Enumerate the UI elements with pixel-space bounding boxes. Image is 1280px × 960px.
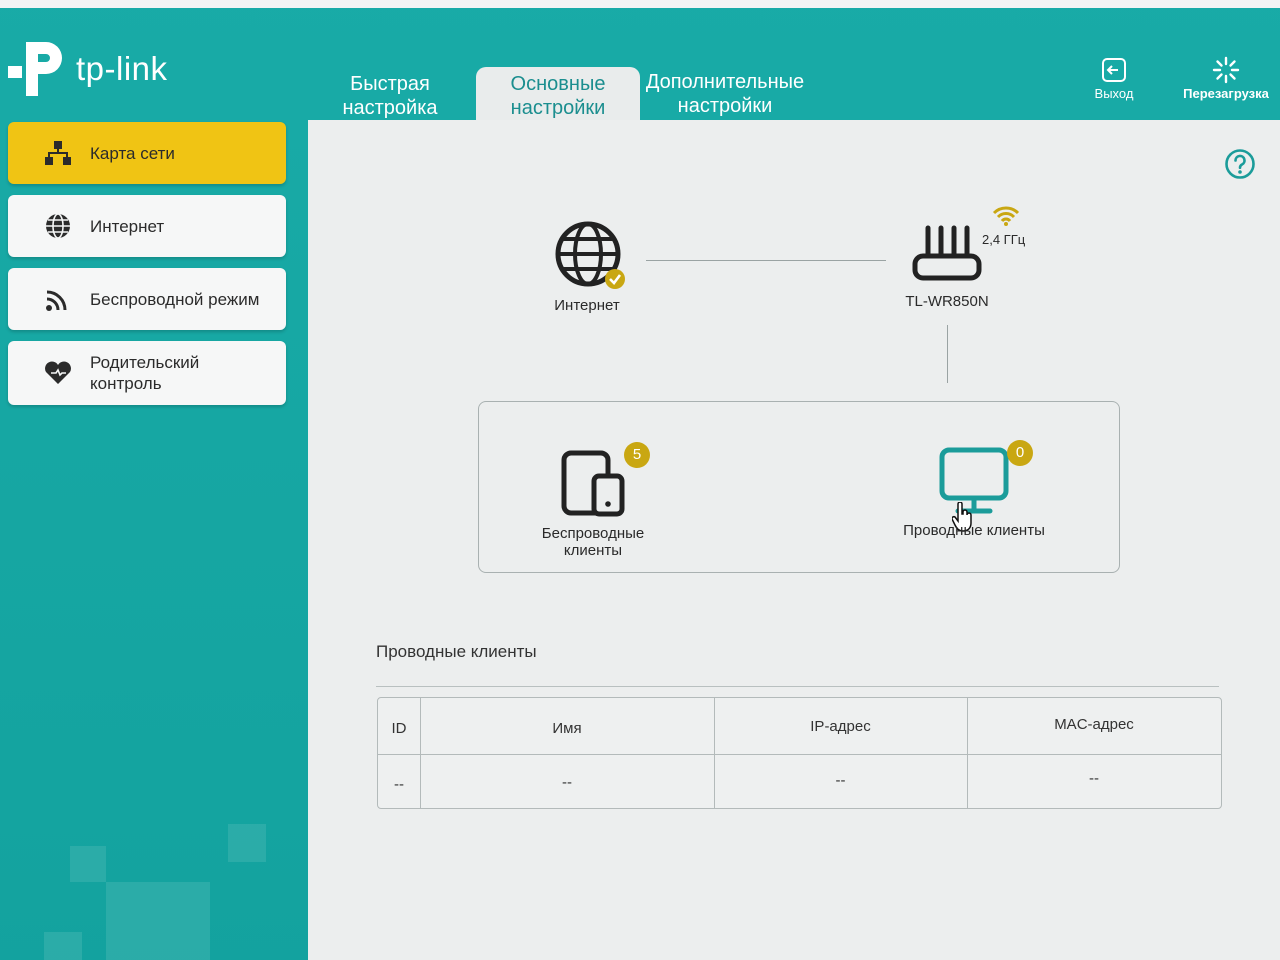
table-section-title: Проводные клиенты <box>376 642 537 661</box>
tab-label: настройка <box>342 97 438 119</box>
column-header-id: ID <box>391 720 407 737</box>
table-divider <box>420 698 421 808</box>
decoration <box>44 932 82 960</box>
top-strip <box>0 0 1280 8</box>
router-node[interactable] <box>908 222 988 284</box>
sidebar-item-label: Беспроводной режим <box>90 289 260 309</box>
connection-line <box>646 260 886 261</box>
wireless-clients-count-badge: 5 <box>624 442 650 468</box>
wired-clients-table: ID Имя IP-адрес MAC-адрес -- -- -- -- <box>377 697 1222 809</box>
column-header-name: Имя <box>552 720 582 737</box>
sidebar-item-label: Родительский контроль <box>90 352 199 394</box>
devices-icon <box>561 450 625 517</box>
wired-clients-count-badge: 0 <box>1007 440 1033 466</box>
wifi-icon <box>992 206 1020 226</box>
tp-link-logo[interactable]: tp-link <box>6 36 186 102</box>
tab-label: Основные <box>510 73 606 95</box>
reboot-icon <box>1212 56 1240 84</box>
wired-clients-label: Проводные клиенты <box>903 522 1045 539</box>
wireless-icon <box>40 281 76 317</box>
logo-text: tp-link <box>76 50 168 87</box>
router-model-label: TL-WR850N <box>905 293 989 310</box>
decoration <box>70 846 106 882</box>
cell-name: -- <box>562 774 572 791</box>
internet-node[interactable] <box>552 220 632 294</box>
tab-label: Быстрая <box>350 73 430 95</box>
label-line: контроль <box>90 374 162 393</box>
decoration <box>228 824 266 862</box>
logout-label: Выход <box>1094 86 1134 101</box>
globe-icon <box>555 221 625 289</box>
table-divider <box>714 698 715 808</box>
monitor-icon <box>939 447 1009 514</box>
tab-label: Дополнительные <box>645 71 805 93</box>
table-divider <box>967 698 968 808</box>
label-line: Беспроводные <box>541 525 645 542</box>
sidebar-item-parental-control[interactable]: Родительский контроль <box>8 341 286 405</box>
connection-line <box>947 325 948 383</box>
tp-link-logo-icon <box>8 42 62 96</box>
sidebar-item-internet[interactable]: Интернет <box>8 195 286 257</box>
wireless-clients-node[interactable] <box>560 450 632 518</box>
globe-icon <box>40 208 76 244</box>
label-line: Родительский <box>90 353 200 372</box>
wired-clients-node[interactable] <box>938 446 1014 516</box>
tab-advanced-settings[interactable]: Дополнительные настройки <box>640 70 810 126</box>
column-header-mac: MAC-адрес <box>1054 716 1134 733</box>
sidebar-item-label: Карта сети <box>90 143 175 163</box>
tab-basic-settings[interactable]: Основные настройки <box>476 67 640 128</box>
sidebar-item-label: Интернет <box>90 216 165 236</box>
cell-id: -- <box>394 776 404 793</box>
cell-mac: -- <box>1089 770 1099 787</box>
logout-icon <box>1102 58 1126 82</box>
reboot-button[interactable]: Перезагрузка <box>1176 56 1276 101</box>
router-icon <box>912 225 982 281</box>
tab-label: настройки <box>510 97 606 119</box>
label-line: клиенты <box>563 542 623 559</box>
sidebar-item-network-map[interactable]: Карта сети <box>8 122 286 184</box>
decoration <box>106 882 210 960</box>
network-map-icon <box>40 135 76 171</box>
sidebar-item-wireless[interactable]: Беспроводной режим <box>8 268 286 330</box>
help-icon[interactable] <box>1224 148 1256 185</box>
heart-icon <box>40 355 76 391</box>
internet-label: Интернет <box>554 297 620 314</box>
wireless-clients-label: Беспроводные клиенты <box>528 525 658 559</box>
column-header-ip: IP-адрес <box>810 718 871 735</box>
band-label: 2,4 ГГц <box>982 232 1026 247</box>
cell-ip: -- <box>835 772 846 789</box>
reboot-label: Перезагрузка <box>1183 86 1269 101</box>
divider <box>376 686 1219 687</box>
logout-button[interactable]: Выход <box>1088 56 1140 101</box>
tab-label: настройки <box>677 95 773 117</box>
table-divider <box>378 754 1221 755</box>
